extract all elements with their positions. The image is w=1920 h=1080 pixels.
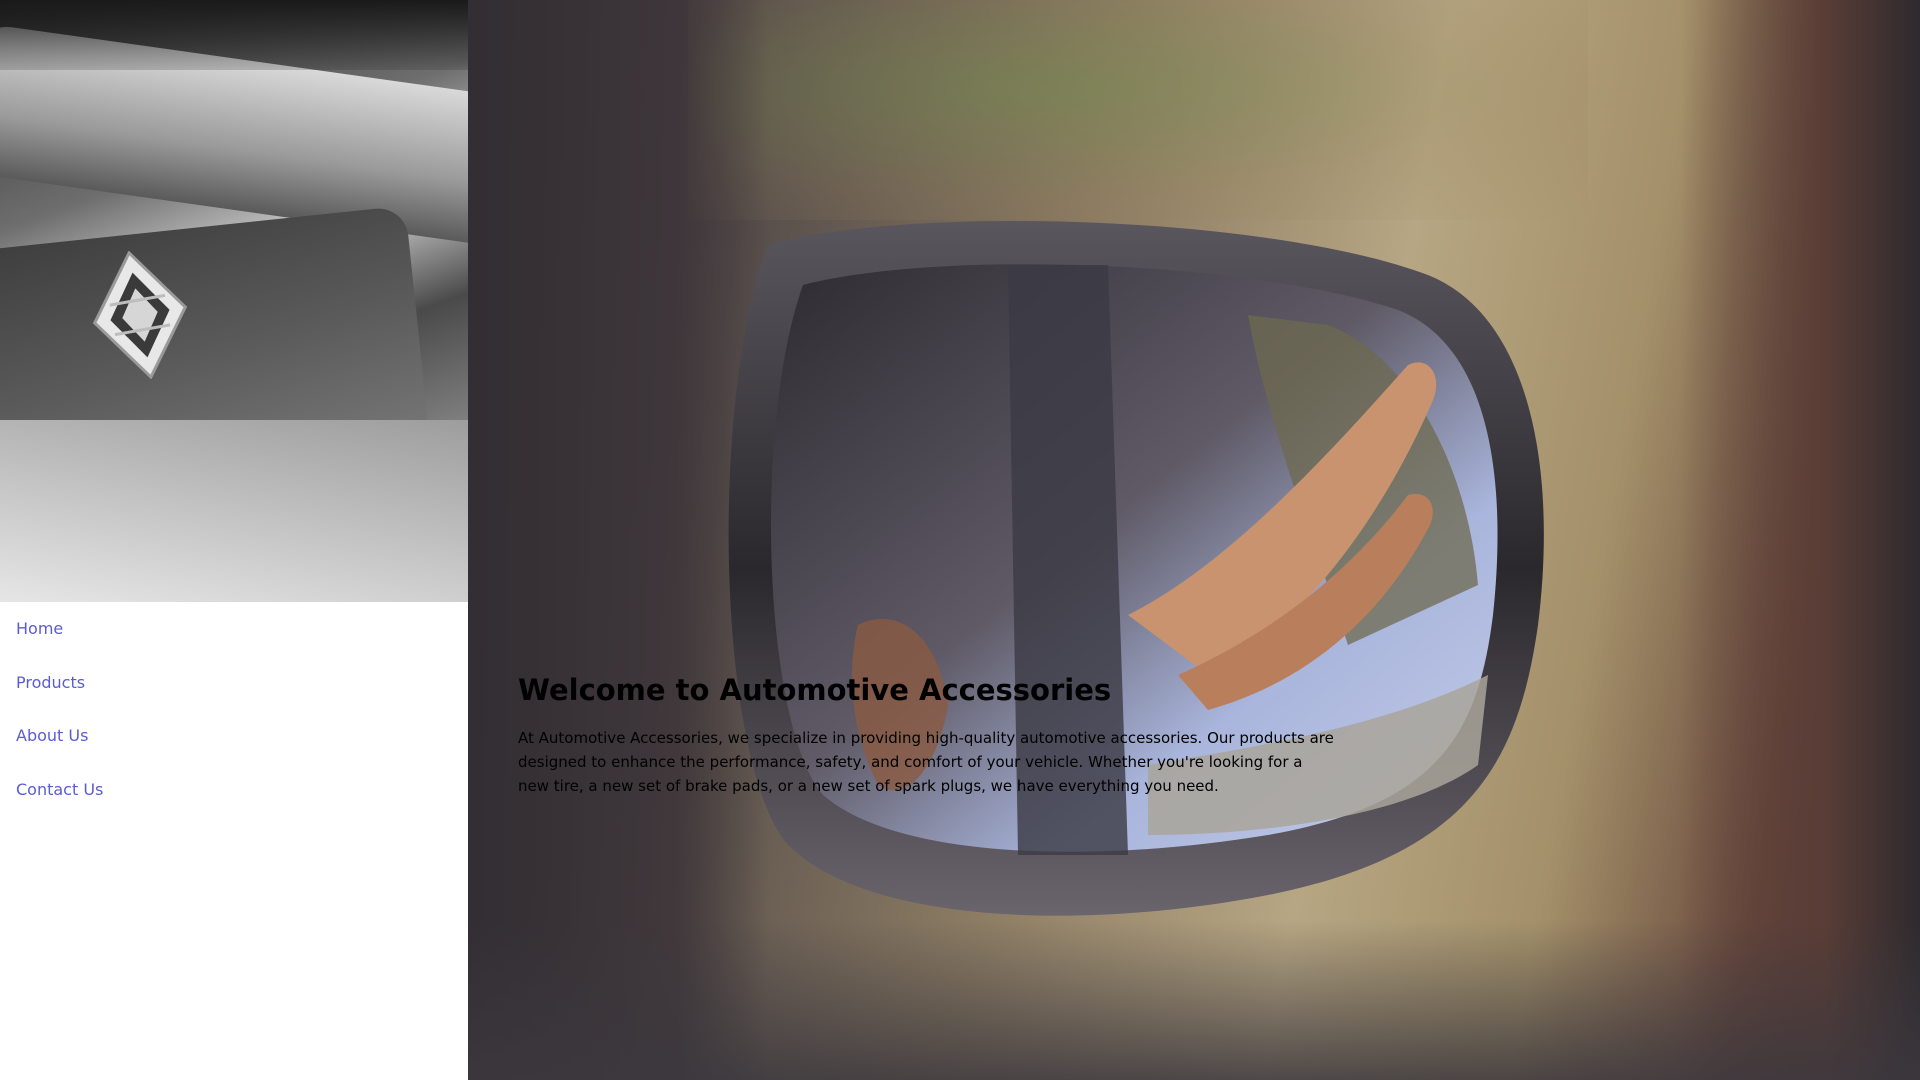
hero-title: Welcome to Automotive Accessories [518,673,1112,707]
page: Home Products About Us Contact Us Welcom… [0,0,1920,1080]
hero-content: Welcome to Automotive Accessories At Aut… [518,672,1338,798]
nav-link-home[interactable]: Home [0,602,468,656]
sidebar-car-image [0,0,468,602]
nav-list: Home Products About Us Contact Us [0,602,468,816]
side-mirror-image [708,205,1558,975]
hero-description: At Automotive Accessories, we specialize… [518,729,1334,796]
nav-link-products[interactable]: Products [0,656,468,710]
sidebar: Home Products About Us Contact Us [0,0,468,1080]
nav-link-about-us[interactable]: About Us [0,709,468,763]
hero-section: Welcome to Automotive Accessories At Aut… [468,0,1920,1080]
nav-link-contact-us[interactable]: Contact Us [0,763,468,817]
